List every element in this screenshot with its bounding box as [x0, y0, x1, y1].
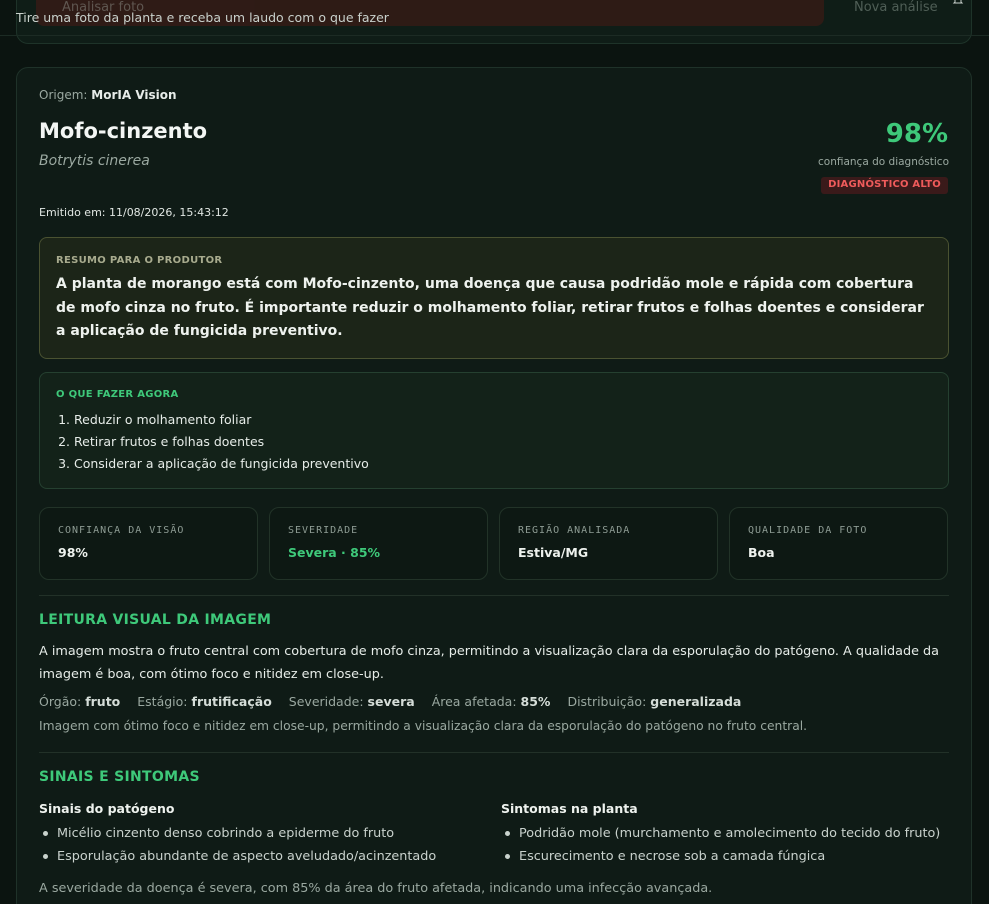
visual-meta: Órgão: fruto Estágio: frutificação Sever…	[39, 694, 741, 709]
metric-region: REGIÃO ANALISADA Estiva/MG	[499, 507, 718, 580]
organ-value: fruto	[85, 694, 121, 709]
metric-severity: SEVERIDADE Severa · 85%	[269, 507, 488, 580]
metric-value: Severa · 85%	[288, 545, 381, 560]
distribution-value: generalizada	[650, 694, 742, 709]
metric-label: QUALIDADE DA FOTO	[748, 525, 868, 536]
signs-symptoms-title: SINAIS E SINTOMAS	[39, 769, 200, 785]
divider	[0, 35, 989, 36]
section-divider	[39, 595, 949, 596]
plant-symptoms-title: Sintomas na planta	[501, 801, 638, 816]
severity-label: Severidade:	[288, 694, 364, 709]
metric-vision-confidence: CONFIANÇA DA VISÃO 98%	[39, 507, 258, 580]
bell-icon[interactable]	[952, 0, 964, 6]
visual-note: Imagem com ótimo foco e nitidez em close…	[39, 719, 808, 733]
visual-reading-title: LEITURA VISUAL DA IMAGEM	[39, 612, 272, 628]
metric-photo-quality: QUALIDADE DA FOTO Boa	[729, 507, 948, 580]
metric-label: SEVERIDADE	[288, 525, 359, 536]
top-strip: Analisar foto Nova análise Tire uma foto…	[0, 0, 989, 45]
stage-label: Estágio:	[137, 694, 188, 709]
confidence-percent: 98%	[885, 119, 948, 149]
list-item: Escurecimento e necrose sob a camada fún…	[501, 845, 940, 868]
pathogen-signs-list: Micélio cinzento denso cobrindo a epider…	[39, 822, 436, 868]
stage-value: frutificação	[191, 694, 272, 709]
area-value: 85%	[520, 694, 551, 709]
organ-label: Órgão:	[39, 694, 82, 709]
action-item: Reduzir o molhamento foliar	[74, 409, 932, 431]
action-list-label: O QUE FAZER AGORA	[56, 389, 179, 400]
origin-line: Origem: MorIA Vision	[39, 88, 177, 102]
list-item: Micélio cinzento denso cobrindo a epider…	[39, 822, 436, 845]
metric-label: CONFIANÇA DA VISÃO	[58, 525, 185, 536]
list-item: Esporulação abundante de aspecto aveluda…	[39, 845, 436, 868]
tagline: Tire uma foto da planta e receba um laud…	[16, 10, 389, 25]
metric-value: Boa	[748, 545, 775, 560]
section-divider	[39, 752, 949, 753]
confidence-label: confiança do diagnóstico	[818, 156, 949, 168]
pathogen-signs-title: Sinais do patógeno	[39, 801, 175, 816]
origin-value: MorIA Vision	[91, 88, 177, 102]
emitted-timestamp: Emitido em: 11/08/2026, 15:43:12	[39, 206, 229, 219]
severity-summary: A severidade da doença é severa, com 85%…	[39, 881, 713, 896]
action-list: O QUE FAZER AGORA Reduzir o molhamento f…	[39, 372, 949, 489]
action-item: Retirar frutos e folhas doentes	[74, 431, 932, 453]
severity-value: severa	[367, 694, 415, 709]
confidence-badge: DIAGNÓSTICO ALTO	[821, 177, 948, 194]
metric-value: 98%	[58, 545, 88, 560]
area-label: Área afetada:	[431, 694, 517, 709]
visual-reading-text: A imagem mostra o fruto central com cobe…	[39, 644, 940, 682]
scientific-name: Botrytis cinerea	[39, 153, 150, 169]
summary-label: RESUMO PARA O PRODUTOR	[56, 255, 223, 266]
action-items: Reduzir o molhamento foliar Retirar frut…	[56, 409, 932, 475]
list-item: Podridão mole (murchamento e amoleciment…	[501, 822, 940, 845]
action-item: Considerar a aplicação de fungicida prev…	[74, 453, 932, 475]
distribution-label: Distribuição:	[567, 694, 647, 709]
producer-summary: RESUMO PARA O PRODUTOR A planta de moran…	[39, 237, 949, 359]
metric-value: Estiva/MG	[518, 545, 589, 560]
diagnosis-title: Mofo-cinzento	[39, 119, 208, 143]
plant-symptoms-list: Podridão mole (murchamento e amoleciment…	[501, 822, 940, 868]
origin-prefix: Origem:	[39, 88, 88, 102]
summary-text: A planta de morango está com Mofo-cinzen…	[56, 276, 924, 339]
new-analysis-button[interactable]: Nova análise	[838, 0, 958, 26]
metric-label: REGIÃO ANALISADA	[518, 525, 631, 536]
